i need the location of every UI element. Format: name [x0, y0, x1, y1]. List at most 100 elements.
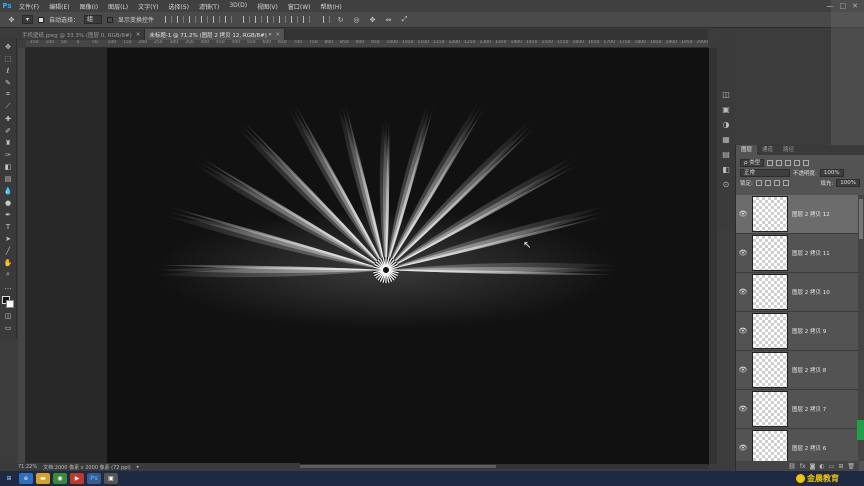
menu-item[interactable]: 图像(I) — [75, 2, 103, 11]
3d-pan-icon[interactable]: ✥ — [367, 15, 378, 24]
zoom-tool-icon[interactable]: ⌕ — [3, 270, 14, 279]
lock-transparent-icon[interactable] — [755, 180, 762, 186]
new-group-icon[interactable]: ▭ — [829, 463, 835, 470]
move-tool-icon[interactable]: ✥ — [3, 42, 14, 51]
menu-item[interactable]: 窗口(W) — [283, 2, 316, 11]
distribute-bottom-icon[interactable] — [267, 16, 275, 23]
3d-scale-icon[interactable]: ⤢ — [399, 15, 410, 24]
tab-channels[interactable]: 通道 — [757, 145, 778, 155]
layer-name[interactable]: 图层 2 拷贝 6 — [792, 444, 826, 452]
eraser-tool-icon[interactable]: ◧ — [3, 162, 14, 171]
align-hcenter-icon[interactable] — [213, 16, 221, 23]
tool-preset-dropdown[interactable]: ▾ — [22, 15, 34, 24]
visibility-eye-icon[interactable]: 👁 — [736, 210, 750, 218]
filter-adjustment-icon[interactable] — [776, 160, 783, 166]
3d-mode-icon[interactable] — [323, 16, 331, 23]
lasso-tool-icon[interactable]: ℓ — [3, 66, 14, 75]
libraries-icon[interactable]: ◧ — [722, 165, 730, 174]
layer-name[interactable]: 图层 2 拷贝 11 — [792, 249, 830, 257]
align-right-icon[interactable] — [225, 16, 233, 23]
vertical-scrollbar[interactable] — [709, 48, 717, 464]
adjustments-icon[interactable]: ◑ — [723, 120, 730, 129]
status-menu-icon[interactable]: ▸ — [137, 464, 140, 470]
distribute-top-icon[interactable] — [243, 16, 251, 23]
close-tab-icon[interactable]: ✕ — [275, 32, 280, 38]
menu-item[interactable]: 视图(V) — [252, 2, 283, 11]
screen-mode-icon[interactable]: ▭ — [3, 323, 14, 332]
lock-position-icon[interactable] — [773, 180, 780, 186]
align-left-icon[interactable] — [201, 16, 209, 23]
distribute-right-icon[interactable] — [303, 16, 311, 23]
layer-row[interactable]: 👁 图层 2 拷贝 8 — [736, 351, 859, 390]
tab-layers[interactable]: 图层 — [736, 145, 758, 155]
scroll-thumb[interactable] — [296, 465, 496, 468]
layer-name[interactable]: 图层 2 拷贝 8 — [792, 366, 826, 374]
healing-brush-tool-icon[interactable]: ✚ — [3, 114, 14, 123]
info-icon[interactable]: ⊙ — [723, 180, 730, 189]
fill-field[interactable]: 100% — [836, 179, 860, 187]
layer-row[interactable]: 👁 图层 2 拷贝 6 — [736, 429, 859, 461]
layer-row[interactable]: 👁 图层 2 拷贝 10 — [736, 273, 859, 312]
3d-rotate-icon[interactable]: ↻ — [335, 15, 346, 24]
eyedropper-tool-icon[interactable]: ⟋ — [3, 102, 14, 111]
swatches-icon[interactable]: ▤ — [722, 150, 730, 159]
distribute-hcenter-icon[interactable] — [291, 16, 299, 23]
new-layer-icon[interactable]: ⊞ — [838, 463, 843, 470]
zoom-level[interactable]: 71.22% — [18, 464, 37, 470]
start-button-icon[interactable]: ⊞ — [2, 473, 16, 484]
photoshop-taskbar-icon[interactable]: Ps — [87, 473, 101, 484]
color-swatches[interactable] — [2, 296, 14, 308]
layer-name[interactable]: 图层 2 拷贝 12 — [792, 210, 830, 218]
brush-tool-icon[interactable]: ✐ — [3, 126, 14, 135]
opacity-field[interactable]: 100% — [819, 169, 844, 177]
gradient-tool-icon[interactable]: ▤ — [3, 174, 14, 183]
delete-layer-icon[interactable]: 🗑 — [847, 463, 855, 470]
type-tool-icon[interactable]: T — [3, 222, 14, 231]
filter-pixel-icon[interactable] — [767, 160, 774, 166]
crop-tool-icon[interactable]: ⌗ — [3, 90, 14, 99]
layer-kind-filter[interactable]: ρ 类型 — [740, 159, 765, 167]
path-select-tool-icon[interactable]: ➤ — [3, 234, 14, 243]
properties-icon[interactable]: ▣ — [722, 105, 730, 114]
visibility-eye-icon[interactable]: 👁 — [736, 249, 750, 257]
clone-stamp-tool-icon[interactable]: ♜ — [3, 138, 14, 147]
app-icon[interactable]: ◉ — [53, 473, 67, 484]
lock-all-icon[interactable] — [782, 180, 789, 186]
link-layers-icon[interactable]: ⛓ — [788, 463, 796, 470]
styles-icon[interactable]: ▦ — [722, 135, 730, 144]
media-icon[interactable]: ▶ — [70, 473, 84, 484]
blur-tool-icon[interactable]: 💧 — [3, 186, 14, 195]
menu-item[interactable]: 编辑(E) — [44, 2, 74, 11]
filter-smart-icon[interactable] — [803, 160, 810, 166]
recorder-icon[interactable]: ▣ — [104, 473, 118, 484]
hand-tool-icon[interactable]: ✋ — [3, 258, 14, 267]
quick-mask-icon[interactable]: ◫ — [3, 311, 14, 320]
tab-document-1[interactable]: 手机壁纸.jpeg @ 33.3% (图层 0, RGB/8#) ✕ — [18, 29, 146, 40]
menu-item[interactable]: 帮助(H) — [316, 2, 347, 11]
history-brush-tool-icon[interactable]: ✑ — [3, 150, 14, 159]
visibility-eye-icon[interactable]: 👁 — [736, 327, 750, 335]
layer-name[interactable]: 图层 2 拷贝 10 — [792, 288, 830, 296]
close-tab-icon[interactable]: ✕ — [136, 32, 141, 38]
menu-item[interactable]: 滤镜(T) — [194, 2, 224, 11]
layer-name[interactable]: 图层 2 拷贝 9 — [792, 327, 826, 335]
menu-item[interactable]: 3D(D) — [224, 2, 252, 11]
show-transform-checkbox[interactable] — [107, 16, 114, 23]
line-tool-icon[interactable]: ╱ — [3, 246, 14, 255]
layer-row[interactable]: 👁 图层 2 拷贝 7 — [736, 390, 859, 429]
adjustment-layer-icon[interactable]: ◐ — [819, 463, 824, 470]
dodge-tool-icon[interactable]: ● — [3, 198, 14, 207]
align-bottom-icon[interactable] — [189, 16, 197, 23]
menu-item[interactable]: 文字(Y) — [133, 2, 163, 11]
quick-select-tool-icon[interactable]: ✎ — [3, 78, 14, 87]
layer-row[interactable]: 👁 图层 2 拷贝 11 — [736, 234, 859, 273]
browser-icon[interactable]: e — [19, 473, 33, 484]
history-icon[interactable]: ◫ — [722, 90, 730, 99]
move-tool-icon[interactable]: ✥ — [6, 15, 17, 24]
filter-type-icon[interactable] — [785, 160, 792, 166]
visibility-eye-icon[interactable]: 👁 — [736, 288, 750, 296]
visibility-eye-icon[interactable]: 👁 — [736, 444, 750, 452]
3d-roll-icon[interactable]: ◎ — [351, 15, 362, 24]
3d-slide-icon[interactable]: ⇔ — [383, 15, 394, 24]
tab-document-2[interactable]: 未标题-1 @ 71.2% (图层 2 拷贝 12, RGB/8#) * ✕ — [145, 29, 285, 40]
